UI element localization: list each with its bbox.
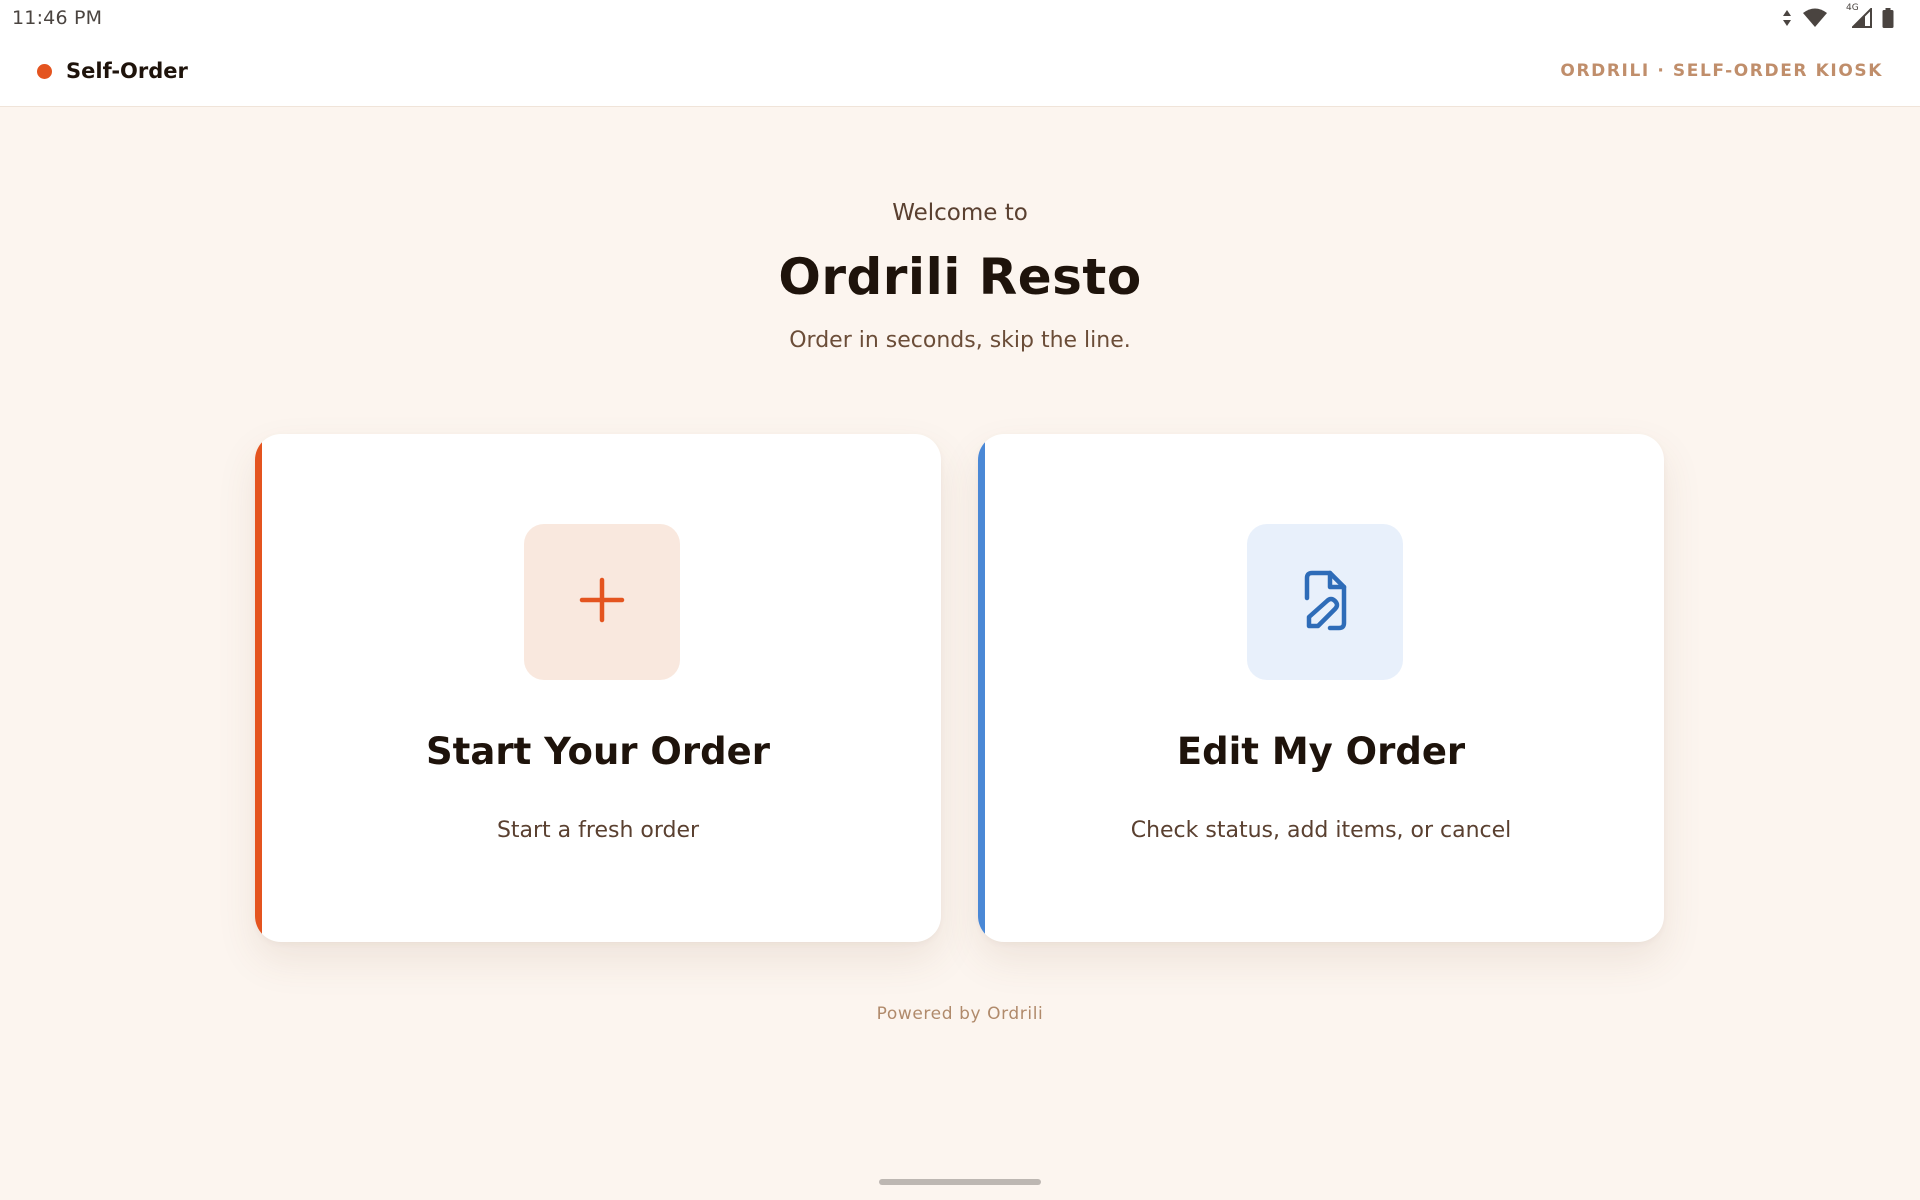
network-type-label: 4G (1846, 3, 1859, 13)
start-order-subtitle: Start a fresh order (496, 818, 700, 843)
wifi-icon (1802, 8, 1828, 28)
home-indicator[interactable] (879, 1179, 1041, 1185)
cellular-signal-icon: 4G (1846, 3, 1872, 28)
battery-icon (1882, 8, 1894, 28)
edit-order-card[interactable]: Edit My Order Check status, add items, o… (978, 434, 1664, 942)
start-order-card[interactable]: Start Your Order Start a fresh order (255, 434, 941, 942)
edit-order-icon-box (1247, 524, 1403, 680)
powered-by: Powered by Ordrili (876, 1004, 1044, 1024)
status-icons: 4G (1782, 3, 1894, 28)
brand: Self-Order (37, 59, 188, 83)
hero: Welcome to Ordrili Resto Order in second… (0, 200, 1920, 353)
plus-icon (578, 576, 626, 628)
brand-dot-icon (37, 63, 52, 79)
start-order-title: Start Your Order (426, 730, 770, 773)
edit-order-subtitle: Check status, add items, or cancel (1130, 818, 1512, 843)
card-accent (255, 434, 262, 942)
start-order-icon-box (524, 524, 680, 680)
tagline: Order in seconds, skip the line. (789, 328, 1131, 353)
kiosk-label: ORDRILI · SELF-ORDER KIOSK (1560, 61, 1883, 81)
brand-label: Self-Order (66, 59, 188, 83)
status-time: 11:46 PM (12, 7, 103, 29)
data-activity-icon (1782, 9, 1792, 27)
welcome-text: Welcome to (892, 200, 1028, 226)
file-edit-icon (1297, 568, 1353, 636)
restaurant-name: Ordrili Resto (778, 248, 1142, 306)
edit-order-title: Edit My Order (1176, 730, 1466, 773)
top-bar: Self-Order ORDRILI · SELF-ORDER KIOSK (0, 36, 1920, 107)
status-bar: 11:46 PM 4G (0, 0, 1920, 36)
card-accent (978, 434, 985, 942)
